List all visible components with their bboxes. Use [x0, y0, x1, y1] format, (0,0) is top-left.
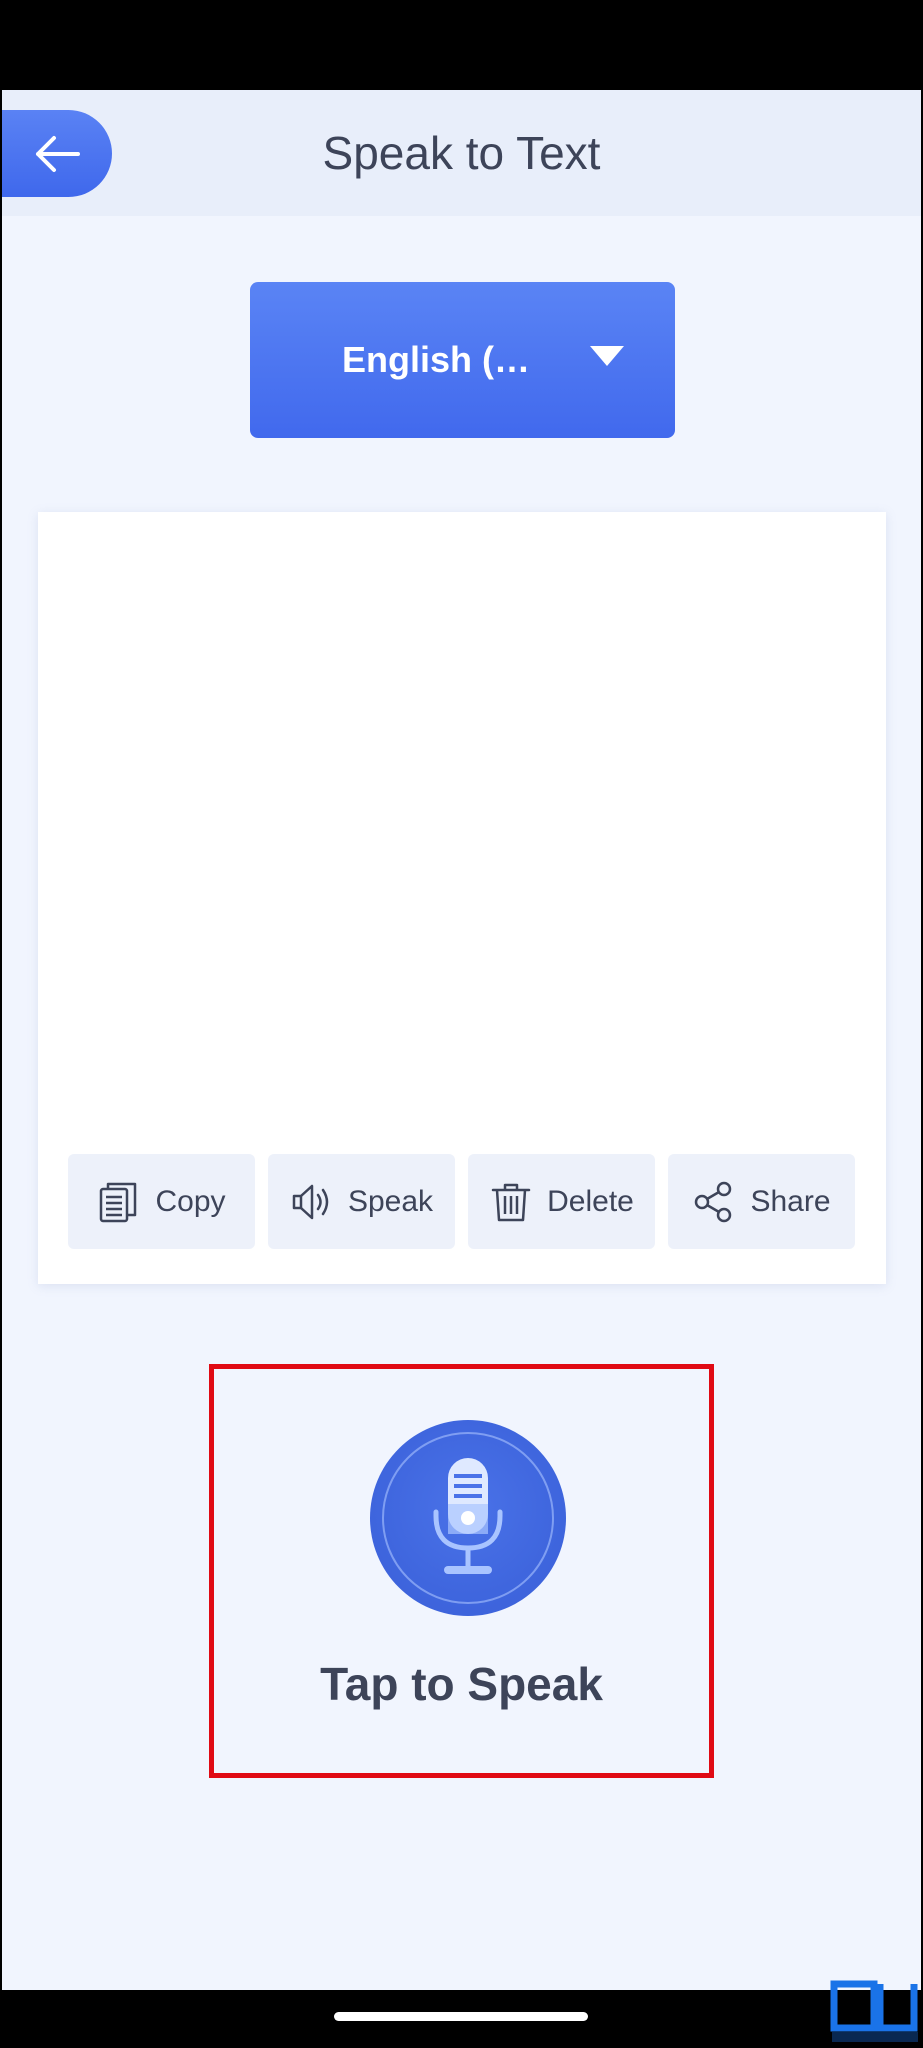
share-label: Share [750, 1184, 831, 1218]
share-button[interactable]: Share [668, 1154, 855, 1249]
copy-label: Copy [155, 1184, 226, 1218]
arrow-left-icon [36, 135, 80, 172]
tap-to-speak-label: Tap to Speak [320, 1658, 603, 1710]
transcript-textarea[interactable] [38, 512, 886, 1112]
trash-icon [491, 1183, 531, 1221]
top-bar: Speak to Text [2, 90, 921, 216]
brand-logo-icon [830, 1980, 918, 2042]
delete-button[interactable]: Delete [468, 1154, 655, 1249]
delete-label: Delete [547, 1184, 634, 1218]
caret-down-icon [590, 346, 624, 366]
language-selected-label: English (… [342, 339, 530, 380]
page-title: Speak to Text [322, 127, 601, 179]
microphone-button[interactable] [370, 1420, 566, 1616]
language-dropdown[interactable]: English (… [250, 282, 675, 438]
speak-label: Speak [347, 1184, 434, 1218]
back-button[interactable] [2, 110, 112, 197]
copy-button[interactable]: Copy [68, 1154, 255, 1249]
app-screen: Speak to Text English (… Copy Speak Dele… [2, 90, 921, 1990]
speak-button[interactable]: Speak [268, 1154, 455, 1249]
transcript-card: Copy Speak Delete Share [38, 512, 886, 1284]
action-bar: Copy Speak Delete Share [68, 1154, 868, 1249]
speaker-icon [292, 1184, 329, 1219]
home-indicator[interactable] [334, 2012, 588, 2021]
copy-icon [100, 1182, 137, 1222]
microphone-icon [433, 1458, 503, 1574]
tap-to-speak-highlight: Tap to Speak [209, 1364, 714, 1778]
share-icon [695, 1181, 732, 1222]
